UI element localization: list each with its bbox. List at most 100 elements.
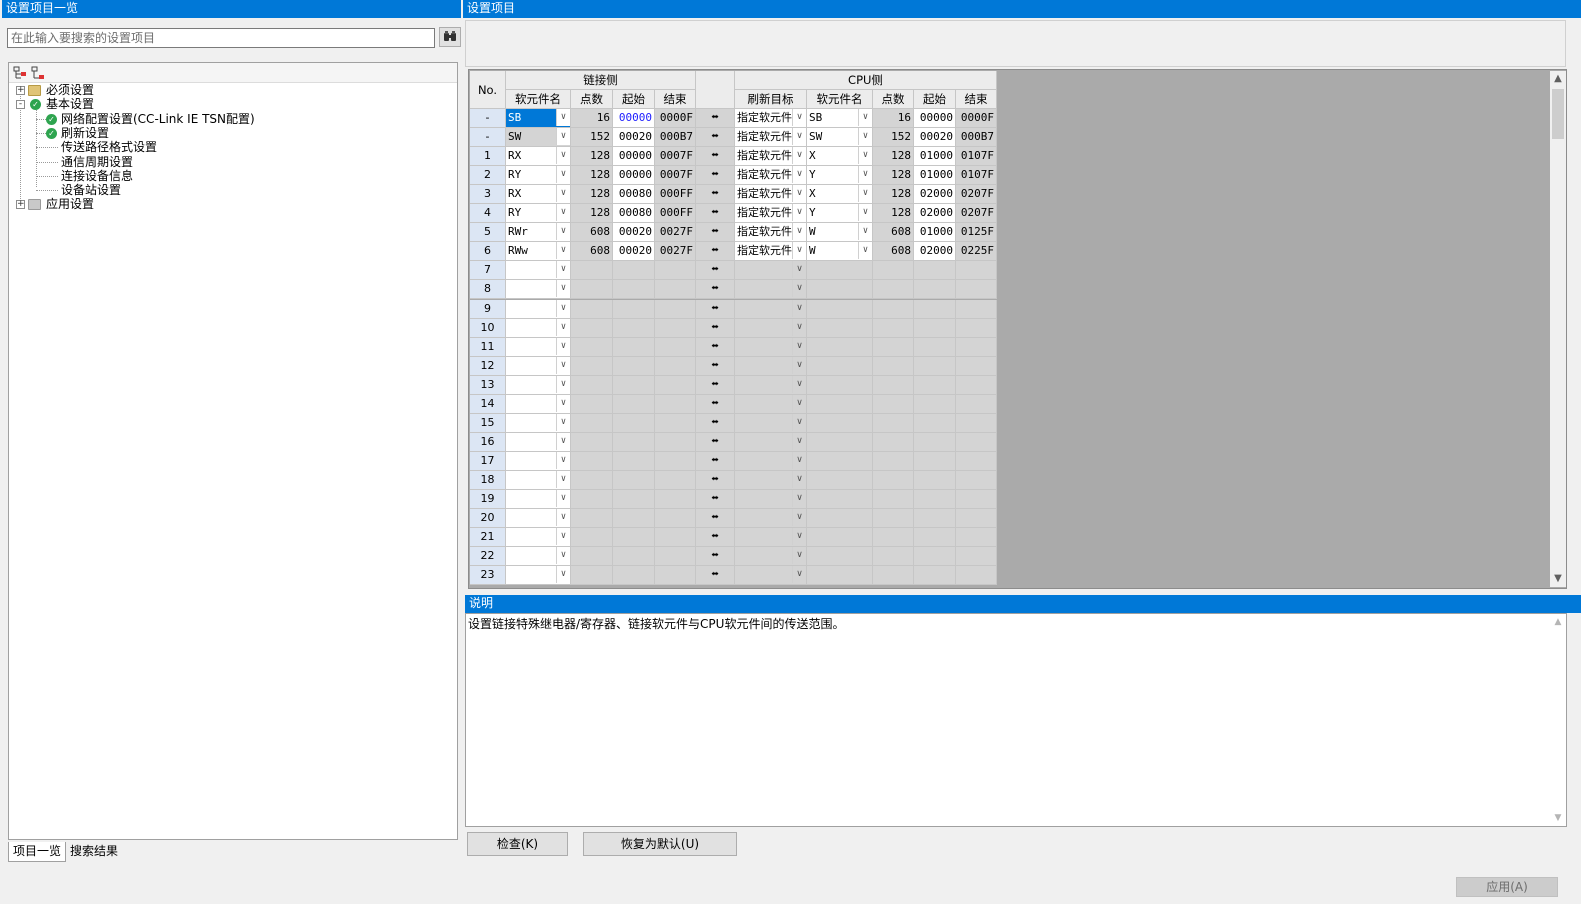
cpu-device-select[interactable] <box>807 432 873 452</box>
chevron-down-icon[interactable]: ∨ <box>556 470 570 488</box>
chevron-down-icon[interactable]: ∨ <box>792 528 806 546</box>
chevron-down-icon[interactable]: ∨ <box>792 375 806 393</box>
refresh-target-select[interactable]: ∨ <box>735 375 807 395</box>
link-start[interactable]: 00080 <box>613 185 655 205</box>
chevron-down-icon[interactable]: ∨ <box>858 223 872 241</box>
chevron-down-icon[interactable]: ∨ <box>792 356 806 374</box>
chevron-down-icon[interactable]: ∨ <box>556 413 570 431</box>
cpu-device-select[interactable] <box>807 547 873 567</box>
chevron-down-icon[interactable]: ∨ <box>858 242 872 260</box>
refresh-target-select[interactable]: ∨ <box>735 547 807 567</box>
cpu-start[interactable] <box>914 470 956 490</box>
refresh-target-select[interactable]: ∨ <box>735 432 807 452</box>
chevron-down-icon[interactable]: ∨ <box>858 185 872 203</box>
tree-node[interactable]: + 必须设置 <box>9 83 449 98</box>
link-start[interactable] <box>613 528 655 548</box>
cpu-start[interactable]: 02000 <box>914 185 956 205</box>
chevron-down-icon[interactable]: ∨ <box>792 280 806 298</box>
cpu-device-select[interactable] <box>807 413 873 433</box>
chevron-down-icon[interactable]: ∨ <box>792 566 806 584</box>
chevron-down-icon[interactable]: ∨ <box>556 242 570 260</box>
cpu-device-select[interactable] <box>807 280 873 300</box>
refresh-target-select[interactable]: ∨ <box>735 356 807 376</box>
cpu-device-select[interactable]: W ∨ <box>807 242 873 262</box>
link-device-select[interactable]: ∨ <box>506 509 571 529</box>
tab-item-list[interactable]: 项目一览 <box>8 842 67 862</box>
refresh-target-select[interactable]: 指定软元件 ∨ <box>735 204 807 224</box>
link-device-select[interactable]: ∨ <box>506 490 571 510</box>
refresh-target-select[interactable]: ∨ <box>735 299 807 319</box>
chevron-down-icon[interactable]: ∨ <box>556 509 570 527</box>
link-start[interactable] <box>613 413 655 433</box>
chevron-down-icon[interactable]: ∨ <box>556 394 570 412</box>
link-start[interactable] <box>613 356 655 376</box>
cpu-device-select[interactable] <box>807 375 873 395</box>
link-device-select[interactable]: ∨ <box>506 566 571 586</box>
link-start[interactable] <box>613 432 655 452</box>
tree-node[interactable]: ✓ 刷新设置 <box>9 126 449 141</box>
cpu-start[interactable] <box>914 490 956 510</box>
chevron-down-icon[interactable]: ∨ <box>556 566 570 584</box>
chevron-down-icon[interactable]: ∨ <box>556 185 570 203</box>
cpu-device-select[interactable] <box>807 490 873 510</box>
chevron-down-icon[interactable]: ∨ <box>792 413 806 431</box>
cpu-start[interactable] <box>914 375 956 395</box>
cpu-start[interactable] <box>914 413 956 433</box>
cpu-start[interactable] <box>914 299 956 319</box>
link-start[interactable] <box>613 394 655 414</box>
chevron-down-icon[interactable]: ∨ <box>556 109 570 126</box>
chevron-down-icon[interactable]: ∨ <box>556 528 570 546</box>
chevron-down-icon[interactable]: ∨ <box>556 318 570 336</box>
search-input[interactable] <box>7 28 435 48</box>
link-device-select[interactable]: ∨ <box>506 299 571 319</box>
tree-node[interactable]: ✓ 网络配置设置(CC-Link IE TSN配置) <box>9 112 449 127</box>
cpu-device-select[interactable] <box>807 528 873 548</box>
cpu-start[interactable] <box>914 394 956 414</box>
refresh-target-select[interactable]: 指定软元件 ∨ <box>735 223 807 243</box>
link-start[interactable] <box>613 261 655 281</box>
cpu-start[interactable] <box>914 528 956 548</box>
link-start[interactable] <box>613 375 655 395</box>
tree-node[interactable]: 设备站设置 <box>9 183 449 198</box>
link-start[interactable] <box>613 470 655 490</box>
expand-all-icon[interactable] <box>13 66 27 80</box>
chevron-down-icon[interactable]: ∨ <box>792 261 806 279</box>
scroll-up-icon[interactable]: ▲ <box>1550 71 1566 87</box>
link-start[interactable] <box>613 337 655 357</box>
tree-node[interactable]: 连接设备信息 <box>9 169 449 184</box>
link-device-select[interactable]: RY ∨ <box>506 204 571 224</box>
cpu-start[interactable] <box>914 318 956 338</box>
link-start[interactable]: 00000 <box>613 166 655 186</box>
chevron-down-icon[interactable]: ∨ <box>556 261 570 279</box>
chevron-down-icon[interactable]: ∨ <box>792 204 806 222</box>
cpu-device-select[interactable] <box>807 356 873 376</box>
refresh-target-select[interactable]: ∨ <box>735 451 807 471</box>
link-device-select[interactable]: ∨ <box>506 528 571 548</box>
link-start[interactable] <box>613 299 655 319</box>
tab-search-results[interactable]: 搜索结果 <box>66 842 122 862</box>
chevron-down-icon[interactable]: ∨ <box>556 490 570 507</box>
refresh-target-select[interactable]: ∨ <box>735 470 807 490</box>
chevron-down-icon[interactable]: ∨ <box>556 547 570 565</box>
cpu-start[interactable]: 01000 <box>914 166 956 186</box>
refresh-target-select[interactable]: ∨ <box>735 394 807 414</box>
chevron-down-icon[interactable]: ∨ <box>792 242 806 260</box>
refresh-target-select[interactable]: ∨ <box>735 413 807 433</box>
chevron-down-icon[interactable]: ∨ <box>556 280 570 298</box>
cpu-start[interactable] <box>914 509 956 529</box>
cpu-start[interactable]: 02000 <box>914 204 956 224</box>
chevron-down-icon[interactable]: ∨ <box>792 109 806 126</box>
link-device-select[interactable]: RWw ∨ <box>506 242 571 262</box>
chevron-down-icon[interactable]: ∨ <box>556 337 570 355</box>
chevron-down-icon[interactable]: ∨ <box>556 299 570 317</box>
link-start[interactable]: 00000 <box>613 109 655 129</box>
link-device-select[interactable]: RY ∨ <box>506 166 571 186</box>
link-start[interactable]: 00020 <box>613 242 655 262</box>
chevron-down-icon[interactable]: ∨ <box>858 109 872 126</box>
link-device-select[interactable]: SW ∨ <box>506 128 571 148</box>
link-device-select[interactable]: ∨ <box>506 394 571 414</box>
chevron-down-icon[interactable]: ∨ <box>792 166 806 184</box>
tree-node[interactable]: - ✓ 基本设置 <box>9 97 449 112</box>
link-start[interactable]: 00020 <box>613 223 655 243</box>
chevron-down-icon[interactable]: ∨ <box>792 147 806 165</box>
